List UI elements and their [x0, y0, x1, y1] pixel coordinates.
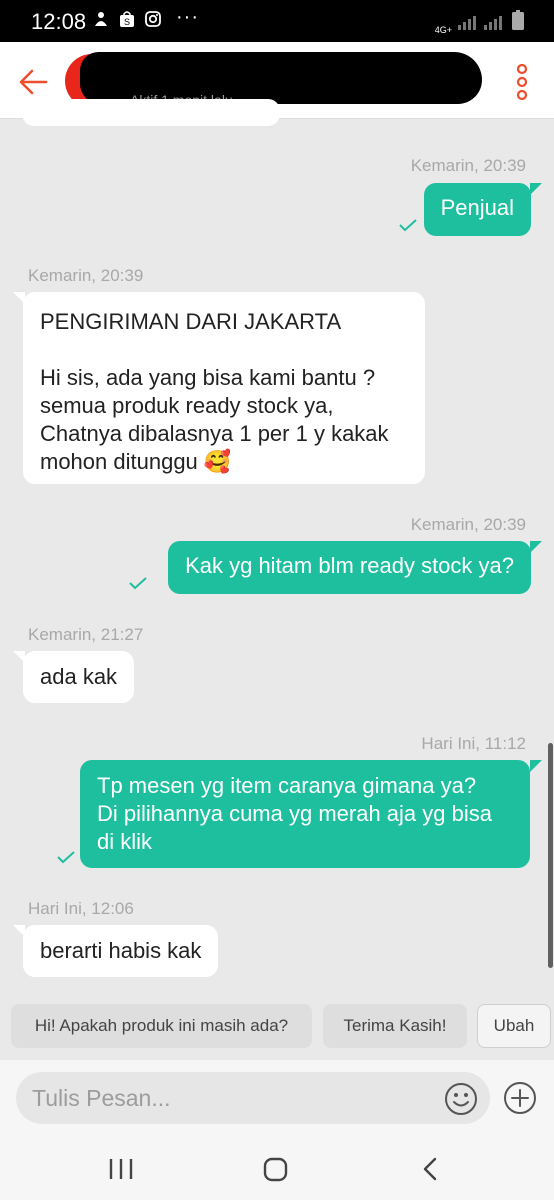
status-bar: 12:08 S ··· 4G+	[0, 0, 554, 42]
home-icon	[263, 1157, 288, 1182]
message-text: berarti habis kak	[40, 938, 202, 963]
notification-icon	[92, 10, 110, 28]
message-text: Kak yg hitam blm ready stock ya?	[185, 553, 514, 578]
quick-reply-thanks[interactable]: Terima Kasih!	[323, 1004, 467, 1048]
message-timestamp: Kemarin, 21:27	[28, 625, 144, 644]
chat-messages[interactable]: Kemarin, 20:39 Penjual Kemarin, 20:39 PE…	[0, 99, 554, 999]
message-timestamp: Kemarin, 20:39	[410, 515, 526, 534]
message-line: Chatnya dibalasnya 1 per 1 y kakak	[40, 421, 389, 446]
message-line: Hi sis, ada yang bisa kami bantu ?	[40, 365, 376, 390]
quick-reply-availability[interactable]: Hi! Apakah produk ini masih ada?	[11, 1004, 312, 1048]
partial-message-bubble	[22, 99, 280, 126]
svg-text:S: S	[124, 17, 130, 27]
message-bubble-incoming[interactable]: ada kak	[23, 651, 135, 703]
message-line: Di pilihannya cuma yg merah aja yg bisa	[97, 801, 492, 826]
recent-apps-button[interactable]	[106, 1156, 136, 1182]
read-check-icon	[57, 851, 75, 864]
message-text: Penjual	[440, 195, 514, 220]
message-line: Tp mesen yg item caranya gimana ya?	[97, 773, 477, 798]
back-nav-button[interactable]	[418, 1156, 448, 1182]
message-text: ada kak	[40, 664, 118, 689]
message-timestamp: Kemarin, 20:39	[28, 266, 144, 285]
message-bubble-incoming[interactable]: PENGIRIMAN DARI JAKARTA Hi sis, ada yang…	[23, 292, 425, 484]
read-check-icon	[399, 219, 417, 232]
kebab-menu-icon	[516, 63, 528, 101]
chevron-left-icon	[423, 1157, 437, 1181]
message-line: PENGIRIMAN DARI JAKARTA	[40, 309, 342, 334]
message-bubble-outgoing[interactable]: Tp mesen yg item caranya gimana ya? Di p…	[80, 760, 530, 868]
system-nav-bar	[0, 1136, 554, 1200]
read-check-icon	[129, 577, 147, 590]
scrollbar[interactable]	[548, 743, 553, 968]
edit-quick-replies-button[interactable]: Ubah	[477, 1004, 551, 1048]
message-composer	[0, 1060, 554, 1136]
message-bubble-outgoing[interactable]: Penjual	[423, 183, 531, 236]
quick-replies: Hi! Apakah produk ini masih ada? Terima …	[0, 999, 554, 1059]
message-bubble-incoming[interactable]: berarti habis kak	[23, 925, 219, 977]
message-line	[40, 336, 408, 364]
message-line: di klik	[97, 829, 153, 854]
instagram-icon	[144, 10, 162, 28]
signal-icon	[458, 14, 506, 35]
shopee-icon: S	[118, 10, 136, 28]
attach-button[interactable]	[503, 1081, 537, 1115]
message-input[interactable]	[32, 1072, 432, 1124]
arrow-left-icon	[19, 69, 48, 95]
message-timestamp: Hari Ini, 12:06	[28, 899, 134, 918]
more-icon: ···	[176, 6, 199, 28]
home-button[interactable]	[261, 1156, 291, 1182]
battery-icon	[512, 10, 524, 35]
message-bubble-outgoing[interactable]: Kak yg hitam blm ready stock ya?	[168, 541, 531, 594]
smiley-icon	[445, 1083, 477, 1115]
message-line: semua produk ready stock ya,	[40, 393, 334, 418]
message-line: mohon ditunggu 🥰	[40, 449, 232, 474]
plus-circle-icon	[504, 1082, 536, 1114]
recents-icon	[109, 1159, 133, 1179]
status-time: 12:08	[31, 9, 87, 34]
message-timestamp: Kemarin, 20:39	[410, 156, 526, 175]
network-type: 4G+	[434, 25, 452, 35]
back-button[interactable]	[14, 62, 54, 102]
message-timestamp: Hari Ini, 11:12	[421, 734, 526, 753]
emoji-button[interactable]	[444, 1082, 478, 1116]
more-options-button[interactable]	[508, 62, 536, 102]
